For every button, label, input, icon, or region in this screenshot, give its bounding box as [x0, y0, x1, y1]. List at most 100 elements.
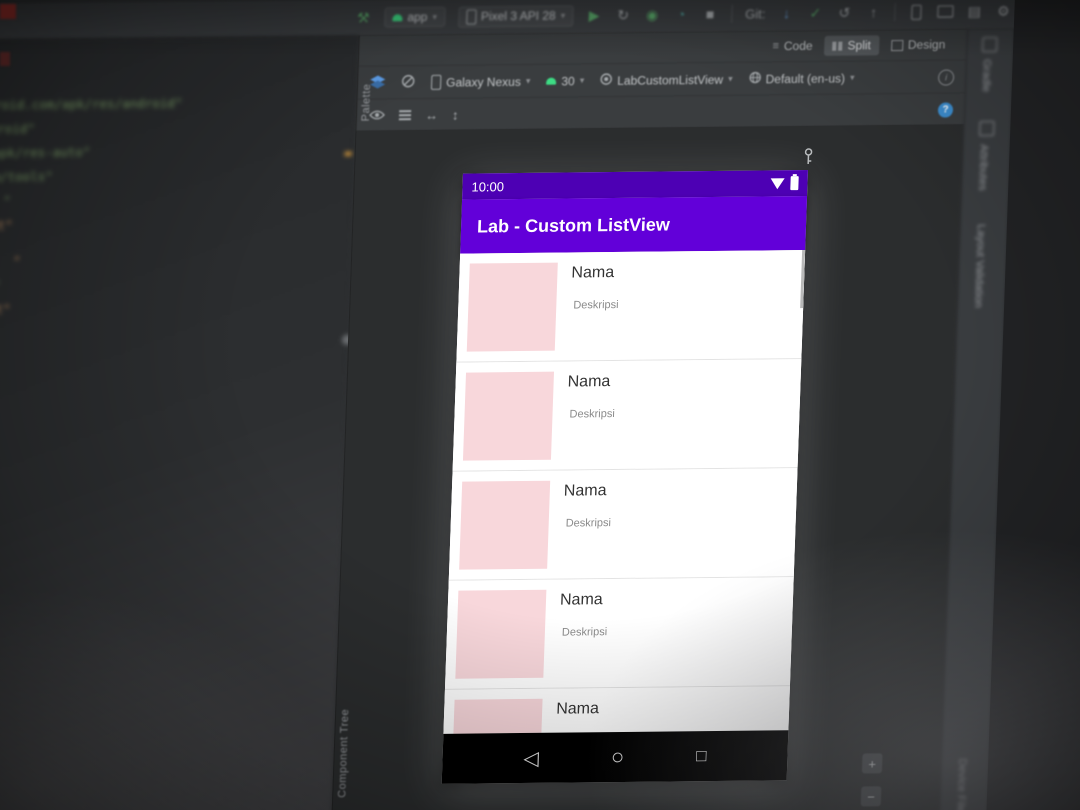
sidebar-item-device-file-explorer[interactable]: Device File Explorer [953, 758, 968, 810]
item-description: Deskripsi [569, 408, 615, 421]
run-config-dropdown[interactable]: app ▾ [384, 6, 446, 28]
code-line: .com/tools" [0, 168, 54, 185]
navigation-bar: ◁ ○ □ [441, 730, 789, 784]
device-dropdown[interactable]: Pixel 3 API 28 ▾ [457, 4, 574, 28]
apply-changes-icon[interactable]: ↻ [615, 6, 632, 24]
chevron-down-icon: ▾ [432, 11, 438, 22]
home-icon[interactable]: ○ [610, 744, 625, 770]
git-commit-icon[interactable]: ✓ [807, 4, 824, 22]
list-item[interactable]: Nama Deskripsi [444, 577, 794, 690]
item-name: Nama [567, 373, 611, 391]
orientation-horizontal-icon[interactable]: ↔ [425, 107, 439, 122]
key-icon [803, 148, 814, 170]
debug-button[interactable]: ◉ [644, 6, 661, 24]
orientation-vertical-icon[interactable]: ↕ [452, 107, 459, 122]
git-push-icon[interactable]: ↑ [865, 3, 882, 21]
toolbar-divider [730, 4, 733, 23]
android-icon [392, 13, 403, 21]
item-image-placeholder [459, 480, 551, 570]
zoom-in-button[interactable]: + [861, 753, 883, 774]
code-line: t" [0, 301, 11, 317]
theme-menu[interactable]: LabCustomListView ▾ [600, 72, 733, 88]
screenshot-photo: ⚒ app ▾ Pixel 3 API 28 ▾ ▶ ↻ ◉ ◔ ■ Git: … [0, 0, 1080, 810]
code-line: " [2, 193, 12, 209]
device-phone-icon [465, 8, 477, 25]
item-image-placeholder [462, 371, 555, 461]
sidebar-item-palette[interactable]: Palette [360, 84, 373, 122]
list-item[interactable]: Nama Deskripsi [452, 359, 802, 472]
list-scrollbar[interactable] [800, 250, 806, 309]
device-menu[interactable]: Galaxy Nexus ▾ [430, 74, 531, 90]
item-image-placeholder [466, 262, 558, 352]
tab-split[interactable]: Split [824, 35, 880, 56]
listview[interactable]: Nama Deskripsi Nama Deskripsi Nama Deskr… [443, 250, 806, 734]
design-canvas[interactable]: 10:00 Lab - Custom ListView Nama Deskrip… [329, 124, 965, 810]
code-line: " [12, 253, 21, 269]
theme-icon [600, 73, 613, 88]
stop-button[interactable]: ■ [702, 5, 719, 23]
git-label: Git: [744, 5, 766, 22]
build-hammer-icon[interactable]: ⚒ [355, 9, 372, 27]
app-bar: Lab - Custom ListView [460, 195, 808, 254]
sidebar-item-attributes[interactable]: Attributes [976, 144, 990, 191]
device-menu-label: Galaxy Nexus [445, 74, 522, 90]
code-editor[interactable]: s.android.com/apk/res/android" droid" .c… [0, 35, 359, 810]
chevron-down-icon: ▾ [579, 75, 585, 86]
git-history-icon[interactable]: ↺ [836, 4, 853, 22]
device-manager-icon[interactable] [908, 3, 925, 21]
android-studio-window: ⚒ app ▾ Pixel 3 API 28 ▾ ▶ ↻ ◉ ◔ ■ Git: … [0, 0, 1080, 810]
layout-editor-pane: ≡ Code Split Design Galaxy Nexus ▾ 30 ▾ … [328, 29, 968, 810]
tab-design-label: Design [907, 37, 946, 52]
phone-preview[interactable]: 10:00 Lab - Custom ListView Nama Deskrip… [441, 169, 808, 784]
git-update-icon[interactable]: ↓ [778, 4, 795, 22]
toolwindow-icon[interactable] [981, 36, 998, 53]
sidebar-item-layout-validation[interactable]: Layout Validation [972, 224, 987, 308]
list-item[interactable]: Nama Deskripsi [443, 686, 790, 734]
no-design-tools-icon[interactable] [401, 74, 416, 91]
back-icon[interactable]: ◁ [523, 745, 539, 770]
design-tab-icon [890, 39, 904, 51]
zoom-controls: + − ◻ [860, 753, 883, 810]
device-icon [430, 74, 442, 90]
toolwindow-icon[interactable] [979, 121, 995, 137]
design-header: ≡ Code Split Design Galaxy Nexus ▾ 30 ▾ … [356, 29, 968, 132]
theme-menu-label: LabCustomListView [617, 72, 724, 88]
profile-button[interactable]: ◔ [673, 5, 690, 23]
chevron-down-icon: ▾ [525, 75, 531, 86]
api-level-menu[interactable]: 30 ▾ [546, 74, 584, 88]
list-item[interactable]: Nama Deskripsi [456, 250, 806, 363]
run-button[interactable]: ▶ [586, 6, 603, 24]
item-description: Deskripsi [561, 626, 608, 639]
info-icon[interactable]: i [937, 68, 955, 86]
api-level-label: 30 [561, 73, 576, 89]
run-config-label: app [407, 9, 428, 25]
sdk-manager-icon[interactable]: ▤ [966, 2, 983, 20]
code-line: droid" [0, 121, 36, 137]
wifi-icon [770, 177, 785, 189]
item-image-placeholder [455, 589, 547, 679]
code-line: ent" [0, 217, 13, 233]
android-icon [546, 77, 557, 85]
recents-icon[interactable]: □ [696, 746, 707, 766]
logcat-icon[interactable] [937, 2, 954, 20]
globe-icon [748, 71, 761, 86]
status-time: 10:00 [471, 178, 505, 195]
list-item[interactable]: Nama Deskripsi [448, 468, 798, 581]
item-image-placeholder [451, 698, 543, 734]
blueprint-list-icon[interactable] [398, 110, 412, 121]
tab-design[interactable]: Design [883, 34, 954, 55]
code-line: .com/apk/res-auto" [0, 144, 91, 161]
settings-gear-icon[interactable]: ⚙ [995, 2, 1012, 20]
tab-code[interactable]: ≡ Code [764, 36, 821, 57]
tab-code-label: Code [783, 38, 813, 54]
code-tab-icon: ≡ [772, 40, 780, 53]
status-bar: 10:00 [462, 169, 808, 200]
help-icon[interactable]: ? [937, 101, 954, 118]
item-name: Nama [571, 264, 615, 282]
locale-menu[interactable]: Default (en-us) ▾ [748, 70, 855, 86]
chevron-down-icon: ▾ [560, 10, 566, 21]
item-description: Deskripsi [565, 517, 612, 530]
sidebar-item-gradle[interactable]: Gradle [980, 59, 993, 92]
zoom-out-button[interactable]: − [860, 786, 882, 807]
chevron-down-icon: ▾ [849, 72, 855, 83]
